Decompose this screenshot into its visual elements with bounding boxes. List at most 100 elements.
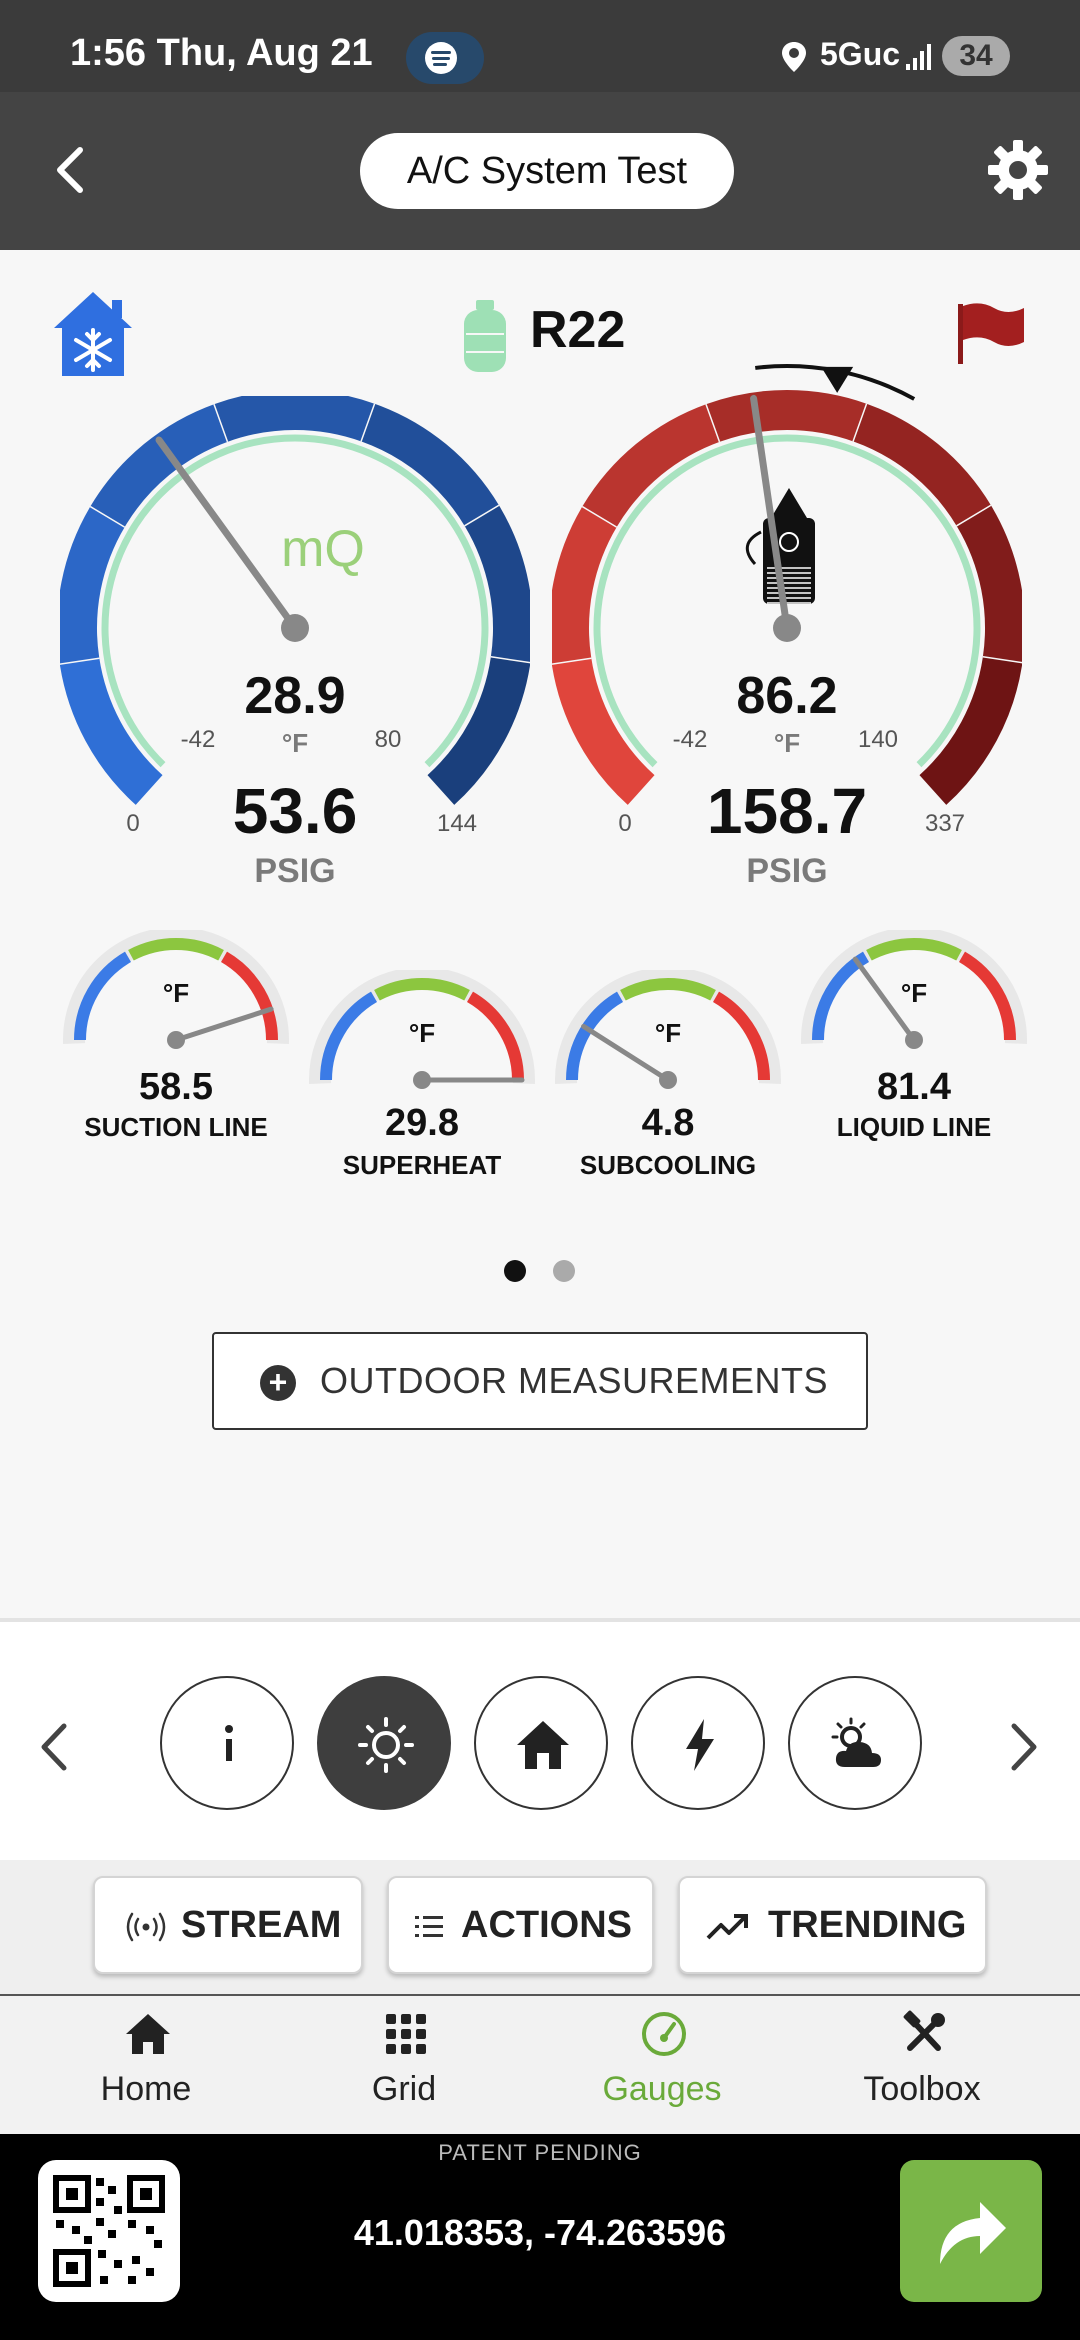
mini-gauge-dial: °F [309, 970, 535, 1089]
mini-gauge-zone [320, 991, 378, 1081]
tab-grid[interactable]: Grid [304, 1996, 504, 2130]
chevron-left-icon[interactable] [38, 1722, 70, 1772]
refrigerant-type[interactable]: R22 [530, 300, 625, 360]
mode-weather-button[interactable] [788, 1676, 922, 1810]
settings-icon[interactable] [986, 138, 1050, 202]
mini-gauge-zone [466, 991, 524, 1081]
share-button[interactable] [900, 2160, 1042, 2302]
outdoor-measurements-button[interactable]: + OUTDOOR MEASUREMENTS [212, 1332, 868, 1430]
mini-gauge-unit: °F [409, 1018, 435, 1048]
mini-gauge-needle [173, 1006, 274, 1043]
share-icon [940, 2202, 1006, 2264]
status-bar: 1:56 Thu, Aug 21 5Guc 34 [0, 0, 1080, 92]
mini-gauge-value: 29.8 [385, 1102, 459, 1144]
mini-gauge-zone [812, 951, 870, 1041]
home-icon [126, 2014, 170, 2054]
location-icon [782, 42, 806, 72]
sun-icon [358, 1717, 414, 1773]
page-dot-active[interactable] [504, 1260, 526, 1282]
bolt-icon [686, 1719, 714, 1771]
refrigerant-tank-icon [464, 300, 506, 372]
stream-label: STREAM [181, 1904, 342, 1946]
weather-icon [831, 1717, 881, 1767]
discharge-temp-min: -42 [672, 726, 708, 753]
info-icon [225, 1725, 233, 1761]
mini-gauge-zone [128, 938, 224, 961]
tab-gauges[interactable]: Gauges [562, 1996, 762, 2130]
page-title: A/C System Test [360, 133, 734, 209]
mini-gauge-value: 81.4 [877, 1066, 951, 1108]
discharge-pressure-min: 0 [618, 810, 632, 837]
gauge-needle [155, 436, 299, 632]
stream-button[interactable]: STREAM [93, 1876, 363, 1974]
suction-pressure-unit: PSIG [254, 852, 336, 890]
mini-gauge-zone [958, 951, 1016, 1041]
suction-temp: 28.9 [244, 667, 346, 725]
battery-icon: 34 [942, 36, 1010, 76]
mini-gauge-zone [620, 978, 716, 1001]
suction-pressure-min: 0 [126, 810, 140, 837]
plus-circle-icon: + [260, 1365, 296, 1401]
signal-icon [906, 44, 931, 70]
back-icon[interactable] [52, 144, 88, 196]
home-icon [517, 1721, 569, 1769]
mode-home-button[interactable] [474, 1676, 608, 1810]
gauge-band-segment [706, 390, 868, 442]
mini-gauge-value: 4.8 [641, 1102, 695, 1144]
suction-temp-min: -42 [180, 726, 216, 753]
discharge-temp-max: 140 [857, 726, 899, 753]
mode-info-button[interactable] [160, 1676, 294, 1810]
mini-gauge-value: 58.5 [139, 1066, 213, 1108]
trending-up-icon [706, 1914, 748, 1940]
suction-temp-unit: °F [281, 728, 309, 758]
tab-home-label: Home [100, 2070, 192, 2108]
suction-pressure-max: 144 [436, 810, 478, 837]
mini-gauge-unit: °F [655, 1018, 681, 1048]
mini-gauge-zone [712, 991, 770, 1081]
cooling-mode-icon[interactable] [52, 290, 134, 378]
network-type: 5Guc [820, 36, 901, 72]
tools-icon [903, 2010, 945, 2051]
actions-label: ACTIONS [461, 1904, 632, 1946]
suction-temp-max: 80 [374, 726, 402, 753]
tab-home[interactable]: Home [46, 1996, 246, 2130]
mini-gauge-dial: °F [801, 930, 1027, 1049]
actions-button[interactable]: ACTIONS [387, 1876, 654, 1974]
mini-gauge-label: SUPERHEAT [342, 1150, 502, 1180]
needle-hub [773, 614, 801, 642]
brand-watermark: mQ [281, 520, 365, 578]
mini-gauge-zone [866, 938, 962, 961]
status-time: 1:56 Thu, Aug 21 [70, 32, 373, 74]
discharge-pressure: 158.7 [706, 775, 868, 847]
mini-gauge-dial: °F [63, 930, 289, 1049]
tab-toolbox[interactable]: Toolbox [822, 1996, 1022, 2130]
mode-sun-button[interactable] [317, 1676, 451, 1810]
mini-gauge-zone [74, 951, 132, 1041]
gauge-band-segment [853, 403, 992, 527]
trending-label: TRENDING [768, 1904, 967, 1946]
mini-gauge-label: LIQUID LINE [836, 1112, 992, 1142]
discharge-temp: 86.2 [736, 667, 838, 725]
mini-gauge-label: SUCTION LINE [84, 1112, 268, 1142]
discharge-temp-unit: °F [773, 728, 801, 758]
outdoor-measurements-label: OUTDOOR MEASUREMENTS [320, 1360, 829, 1401]
grid-icon [386, 2014, 426, 2054]
gauge-band-segment [361, 403, 500, 527]
page-dot[interactable] [553, 1260, 575, 1282]
mini-gauge-zone [374, 978, 470, 1001]
spotify-icon [406, 32, 484, 84]
gauge-band-segment [582, 403, 721, 527]
suction-pressure: 53.6 [232, 775, 358, 847]
tab-toolbox-label: Toolbox [863, 2070, 981, 2108]
gauge-icon [642, 2012, 686, 2056]
list-icon [415, 1916, 443, 1937]
chevron-right-icon[interactable] [1008, 1722, 1040, 1772]
mode-electrical-button[interactable] [631, 1676, 765, 1810]
broadcast-icon [126, 1912, 166, 1942]
trending-button[interactable]: TRENDING [678, 1876, 987, 1974]
mini-gauge-label: SUBCOOLING [579, 1150, 757, 1180]
mini-gauge-zone [566, 991, 624, 1081]
gauge-band-segment [214, 396, 376, 442]
needle-hub [281, 614, 309, 642]
discharge-pressure-unit: PSIG [746, 852, 828, 890]
